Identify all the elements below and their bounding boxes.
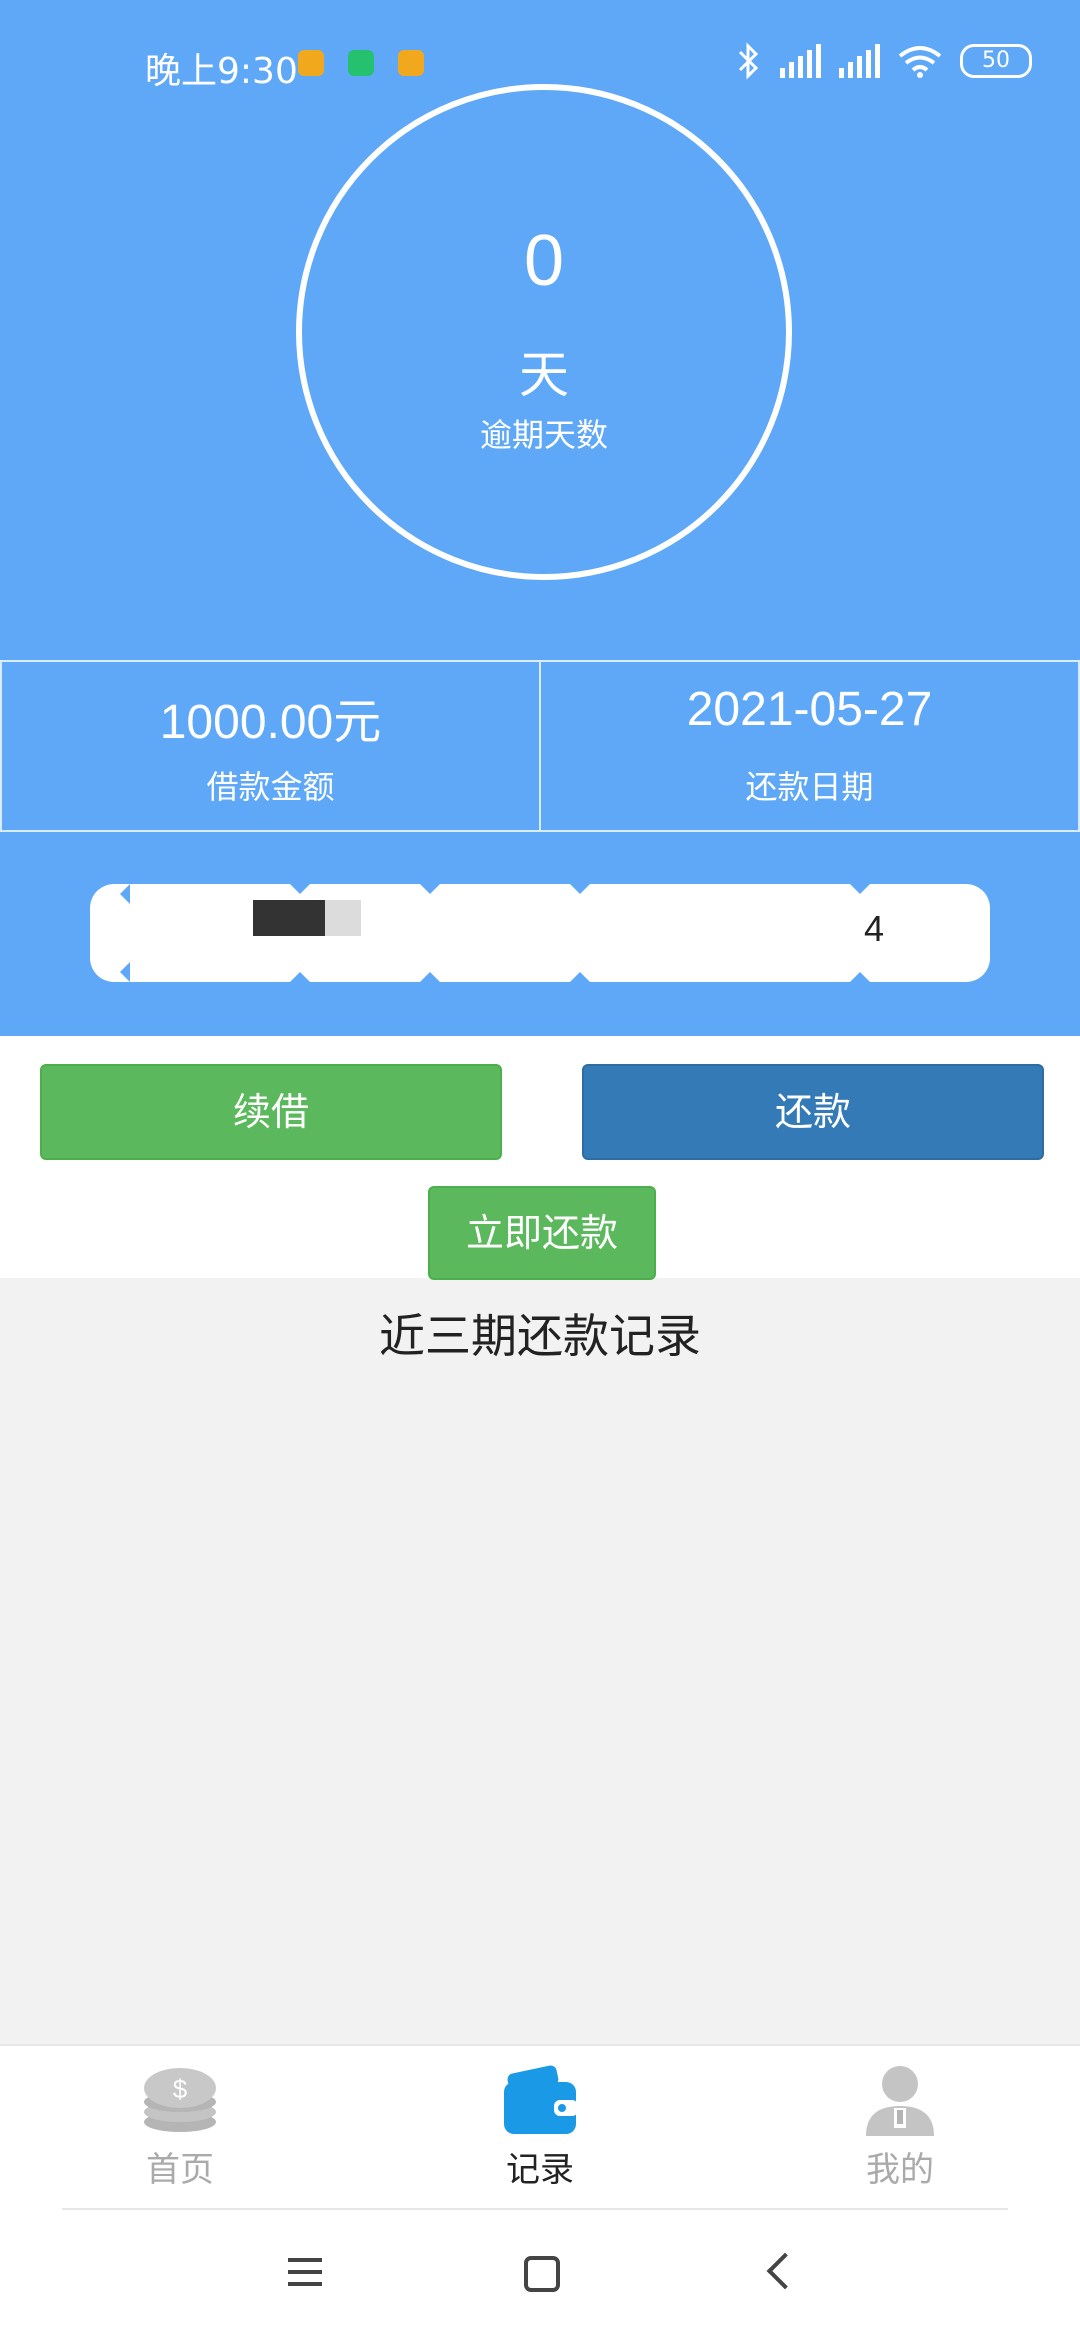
account-banner: 4 (90, 884, 990, 982)
redacted-block-light (325, 900, 361, 936)
back-icon[interactable] (766, 2252, 804, 2290)
status-time: 晚上9:30 (145, 51, 298, 92)
download-icon (348, 50, 374, 76)
tab-home[interactable]: $ 首页 (80, 2064, 280, 2191)
signal-icon-2 (839, 44, 880, 78)
records-title: 近三期还款记录 (379, 1309, 701, 1363)
tab-records-label: 记录 (506, 2150, 574, 2190)
system-nav-bar (0, 2210, 1080, 2340)
repay-now-button[interactable]: 立即还款 (428, 1186, 656, 1280)
overdue-circle: 0 天 逾期天数 (296, 84, 792, 580)
loan-amount: 1000.00元 (159, 696, 382, 749)
tab-home-label: 首页 (146, 2150, 214, 2190)
repay-button[interactable]: 还款 (582, 1064, 1044, 1160)
coins-icon: $ (140, 2064, 220, 2136)
tab-bar: $ 首页 记录 我的 (0, 2044, 1080, 2212)
menu-icon[interactable] (288, 2258, 322, 2294)
due-date: 2021-05-27 (686, 683, 933, 736)
home-icon[interactable] (524, 2256, 560, 2292)
wifi-icon (898, 46, 942, 78)
loan-amount-cell: 1000.00元 借款金额 (0, 662, 539, 830)
overdue-unit: 天 (519, 346, 569, 404)
due-date-cell: 2021-05-27 还款日期 (539, 662, 1080, 830)
tab-records[interactable]: 记录 (440, 2064, 640, 2191)
renew-button[interactable]: 续借 (40, 1064, 502, 1160)
tab-mine-label: 我的 (866, 2150, 934, 2190)
wallet-icon (500, 2064, 580, 2136)
overdue-days: 0 (523, 221, 565, 301)
tab-mine[interactable]: 我的 (800, 2064, 1000, 2191)
banner-notches (120, 884, 870, 982)
action-area: 续借 还款 立即还款 (0, 1036, 1080, 1280)
svg-text:$: $ (173, 2074, 188, 2104)
notification-icon (298, 50, 324, 76)
user-icon (860, 2064, 940, 2136)
signal-icon (780, 44, 821, 78)
message-icon (398, 50, 424, 76)
redacted-block (253, 900, 325, 936)
battery-icon: 50 (960, 44, 1032, 78)
status-icons: 50 (736, 42, 1032, 80)
bluetooth-icon (738, 42, 759, 80)
loan-amount-label: 借款金额 (206, 768, 335, 806)
overdue-label: 逾期天数 (479, 416, 608, 454)
due-date-label: 还款日期 (745, 768, 874, 806)
banner-number: 4 (864, 908, 885, 949)
loan-info: 1000.00元 借款金额 2021-05-27 还款日期 (0, 660, 1080, 832)
